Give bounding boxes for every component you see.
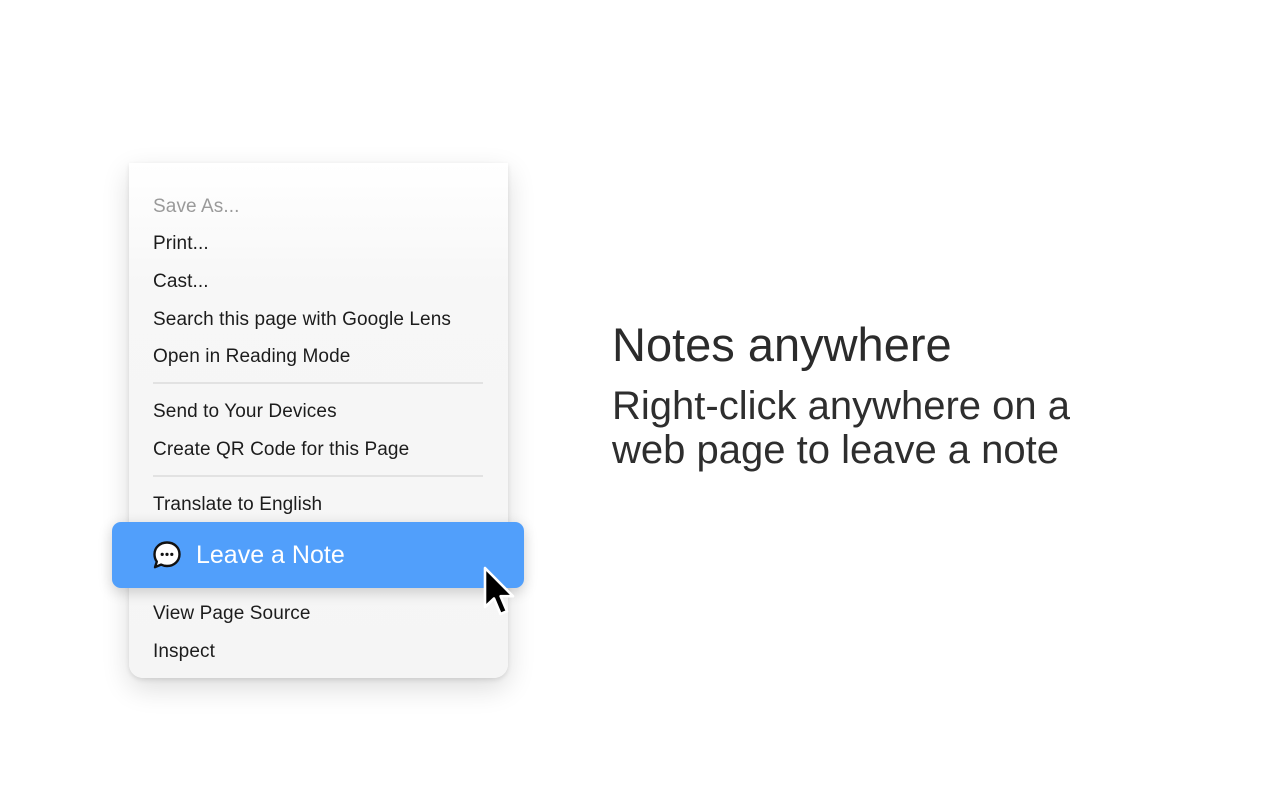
leave-a-note-label: Leave a Note [196, 541, 345, 569]
promo-headline: Notes anywhere [612, 318, 952, 371]
context-menu: Save As... Print... Cast... Search this … [129, 163, 508, 678]
menu-item-save-as[interactable]: Save As... [153, 195, 240, 219]
screenshot-stage: Save As... Print... Cast... Search this … [0, 0, 1280, 800]
menu-separator [153, 382, 483, 384]
menu-separator [153, 475, 483, 477]
menu-item-send-to-devices[interactable]: Send to Your Devices [153, 400, 337, 424]
menu-item-cast[interactable]: Cast... [153, 270, 209, 294]
mouse-pointer-icon [483, 566, 515, 616]
menu-item-google-lens[interactable]: Search this page with Google Lens [153, 308, 451, 332]
menu-item-create-qr-code[interactable]: Create QR Code for this Page [153, 438, 409, 462]
menu-item-print[interactable]: Print... [153, 232, 209, 256]
menu-item-reading-mode[interactable]: Open in Reading Mode [153, 345, 350, 369]
menu-item-view-page-source[interactable]: View Page Source [153, 602, 311, 626]
speech-bubble-icon [153, 541, 181, 569]
menu-item-inspect[interactable]: Inspect [153, 640, 215, 664]
promo-subline: Right-click anywhere on a web page to le… [612, 384, 1070, 472]
menu-item-leave-a-note[interactable]: Leave a Note [112, 522, 524, 588]
menu-item-translate[interactable]: Translate to English [153, 493, 322, 517]
